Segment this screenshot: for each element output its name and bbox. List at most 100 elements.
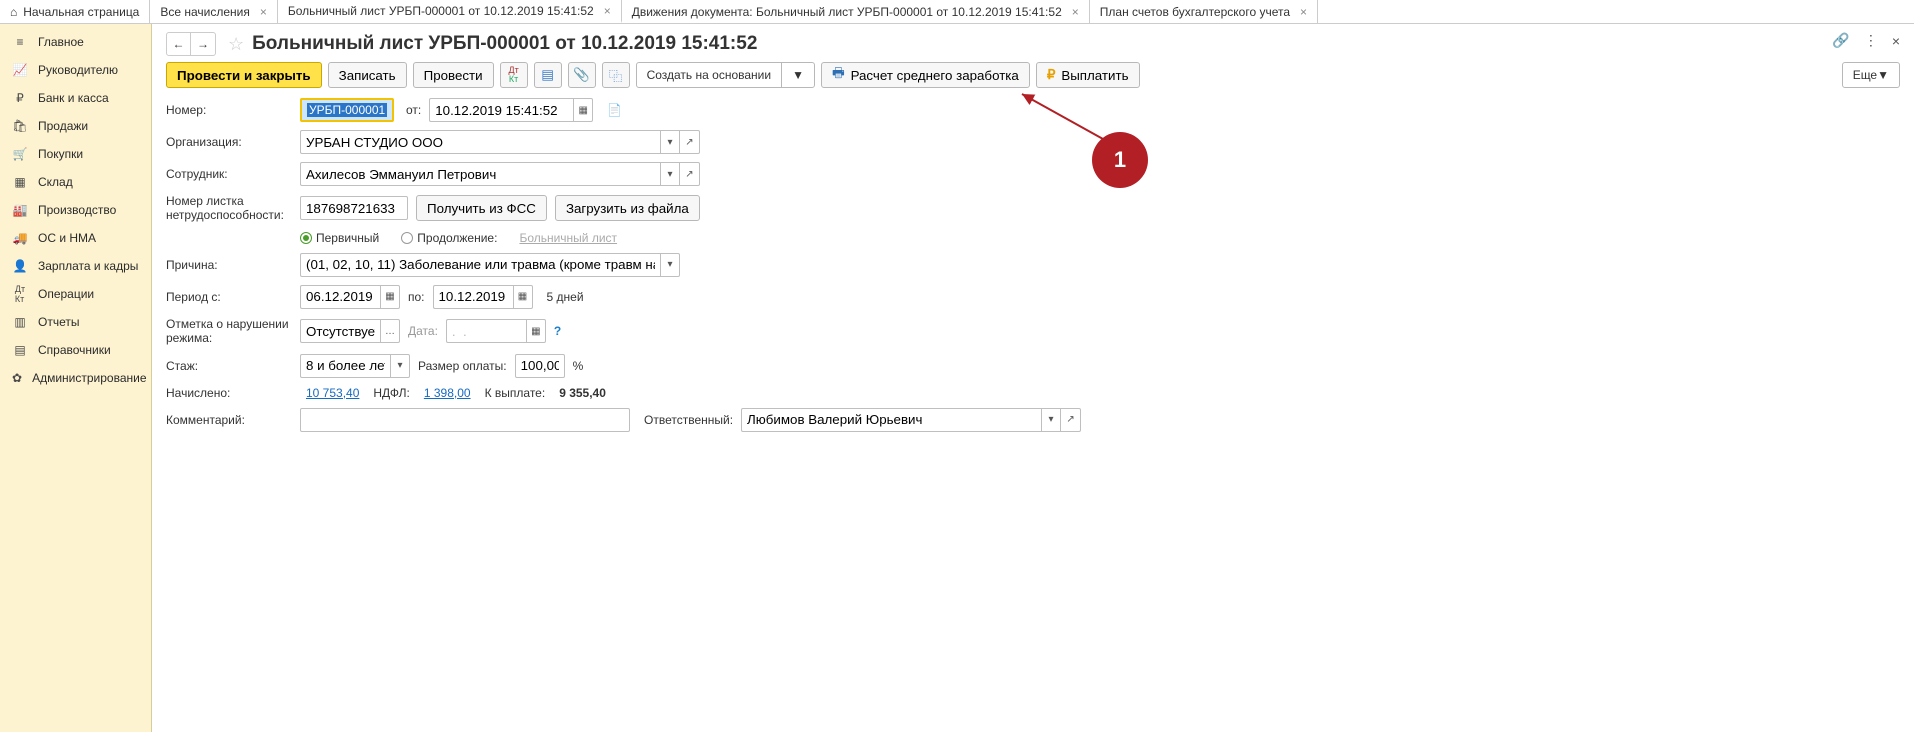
posted-icon: 📄 [607, 103, 622, 117]
violation-date-field[interactable]: ▦ [446, 319, 546, 343]
date-input[interactable] [429, 98, 573, 122]
period-from-input[interactable] [300, 285, 380, 309]
responsible-field[interactable]: ▾ ↗ [741, 408, 1081, 432]
calendar-icon[interactable]: ▦ [380, 285, 400, 309]
calc-average-button[interactable]: 🖶Расчет среднего заработка [821, 62, 1030, 88]
post-button[interactable]: Провести [413, 62, 494, 88]
employee-field[interactable]: ▾ ↗ [300, 162, 700, 186]
tab-movements[interactable]: Движения документа: Больничный лист УРБП… [622, 0, 1090, 23]
employee-input[interactable] [300, 162, 660, 186]
chevron-down-icon[interactable]: ▾ [1041, 408, 1061, 432]
nav-forward-button[interactable]: → [191, 33, 215, 55]
reason-field[interactable]: ▾ [300, 253, 680, 277]
kebab-icon[interactable]: ⋮ [1864, 32, 1878, 49]
ellipsis-icon[interactable]: … [380, 319, 400, 343]
radio-primary[interactable]: Первичный [300, 231, 379, 245]
tab-sicklist[interactable]: Больничный лист УРБП-000001 от 10.12.201… [278, 0, 622, 23]
more-button[interactable]: Еще ▼ [1842, 62, 1900, 88]
label-accrued: Начислено: [166, 386, 292, 400]
calendar-icon[interactable]: ▦ [573, 98, 593, 122]
chevron-down-icon[interactable]: ▾ [660, 130, 680, 154]
sidebar-item-sales[interactable]: 🛍Продажи [0, 112, 151, 140]
days-text: 5 дней [547, 290, 584, 304]
label-list-no: Номер листка нетрудоспособности: [166, 194, 292, 223]
favorite-star-icon[interactable]: ☆ [228, 34, 244, 55]
date-field[interactable]: ▦ [429, 98, 593, 122]
sidebar-item-admin[interactable]: ✿Администрирование [0, 364, 151, 392]
violation-date-input [446, 319, 526, 343]
chevron-down-icon[interactable]: ▾ [660, 162, 680, 186]
label-reason: Причина: [166, 258, 292, 272]
attach-button[interactable]: 📎 [568, 62, 596, 88]
violation-field[interactable]: … [300, 319, 400, 343]
responsible-input[interactable] [741, 408, 1041, 432]
paperclip-icon: 📎 [573, 67, 590, 83]
sidebar-item-warehouse[interactable]: ▦Склад [0, 168, 151, 196]
sidebar-item-production[interactable]: 🏭Производство [0, 196, 151, 224]
number-field[interactable]: УРБП-000001 [300, 98, 394, 122]
sidebar-item-catalogs[interactable]: ▤Справочники [0, 336, 151, 364]
post-and-close-button[interactable]: Провести и закрыть [166, 62, 322, 88]
close-icon[interactable]: × [1892, 33, 1900, 49]
violation-input[interactable] [300, 319, 380, 343]
label-violation: Отметка о нарушении режима: [166, 317, 292, 346]
close-icon[interactable]: × [1072, 5, 1079, 19]
person-icon: 👤 [12, 258, 28, 274]
pay-button[interactable]: ₽Выплатить [1036, 62, 1140, 88]
home-icon: ⌂ [10, 5, 17, 19]
seniority-input[interactable] [300, 354, 390, 378]
list-number-input[interactable] [300, 196, 408, 220]
close-icon[interactable]: × [260, 5, 267, 19]
dtkt-button[interactable]: ДтКт [500, 62, 528, 88]
sidebar-item-assets[interactable]: 🚚ОС и НМА [0, 224, 151, 252]
calendar-icon[interactable]: ▦ [526, 319, 546, 343]
load-file-button[interactable]: Загрузить из файла [555, 195, 700, 221]
sidebar-item-payroll[interactable]: 👤Зарплата и кадры [0, 252, 151, 280]
tab-label: План счетов бухгалтерского учета [1100, 5, 1290, 19]
form-button[interactable]: ▤ [534, 62, 562, 88]
period-to-input[interactable] [433, 285, 513, 309]
content-area: ← → ☆ Больничный лист УРБП-000001 от 10.… [152, 24, 1914, 732]
open-icon[interactable]: ↗ [1061, 408, 1081, 432]
org-field[interactable]: ▾ ↗ [300, 130, 700, 154]
chevron-down-icon[interactable]: ▾ [660, 253, 680, 277]
open-icon[interactable]: ↗ [680, 130, 700, 154]
sidebar-item-bank[interactable]: ₽Банк и касса [0, 84, 151, 112]
comment-input[interactable] [300, 408, 630, 432]
period-from-field[interactable]: ▦ [300, 285, 400, 309]
label-from: от: [406, 103, 421, 117]
accrued-link[interactable]: 10 753,40 [306, 386, 359, 400]
period-to-field[interactable]: ▦ [433, 285, 533, 309]
label-topay: К выплате: [485, 386, 546, 400]
close-icon[interactable]: × [604, 4, 611, 18]
tab-home[interactable]: ⌂ Начальная страница [0, 0, 150, 23]
get-fss-button[interactable]: Получить из ФСС [416, 195, 547, 221]
tab-label: Все начисления [160, 5, 250, 19]
reason-input[interactable] [300, 253, 660, 277]
sidebar-item-manager[interactable]: 📈Руководителю [0, 56, 151, 84]
tab-bar: ⌂ Начальная страница Все начисления × Бо… [0, 0, 1914, 24]
create-based-button[interactable]: Создать на основании ▼ [636, 62, 815, 88]
org-input[interactable] [300, 130, 660, 154]
chevron-down-icon[interactable]: ▾ [390, 354, 410, 378]
radio-continuation[interactable]: Продолжение: [401, 231, 497, 245]
link-icon[interactable]: 🔗 [1832, 32, 1849, 49]
pay-size-input[interactable] [515, 354, 565, 378]
sidebar-item-reports[interactable]: ▥Отчеты [0, 308, 151, 336]
save-button[interactable]: Записать [328, 62, 407, 88]
ndfl-link[interactable]: 1 398,00 [424, 386, 471, 400]
tree-icon: ⿻ [609, 66, 622, 85]
structure-button[interactable]: ⿻ [602, 62, 630, 88]
tab-chart-accounts[interactable]: План счетов бухгалтерского учета × [1090, 0, 1318, 23]
sidebar-item-main[interactable]: ≡Главное [0, 28, 151, 56]
sidebar-item-operations[interactable]: ДтКтОперации [0, 280, 151, 308]
nav-back-button[interactable]: ← [167, 33, 191, 55]
printer-icon: 🖶 [832, 64, 845, 86]
sidebar-item-purchases[interactable]: 🛒Покупки [0, 140, 151, 168]
help-icon[interactable]: ? [554, 324, 561, 338]
tab-all-accruals[interactable]: Все начисления × [150, 0, 278, 23]
calendar-icon[interactable]: ▦ [513, 285, 533, 309]
open-icon[interactable]: ↗ [680, 162, 700, 186]
close-icon[interactable]: × [1300, 5, 1307, 19]
seniority-field[interactable]: ▾ [300, 354, 410, 378]
